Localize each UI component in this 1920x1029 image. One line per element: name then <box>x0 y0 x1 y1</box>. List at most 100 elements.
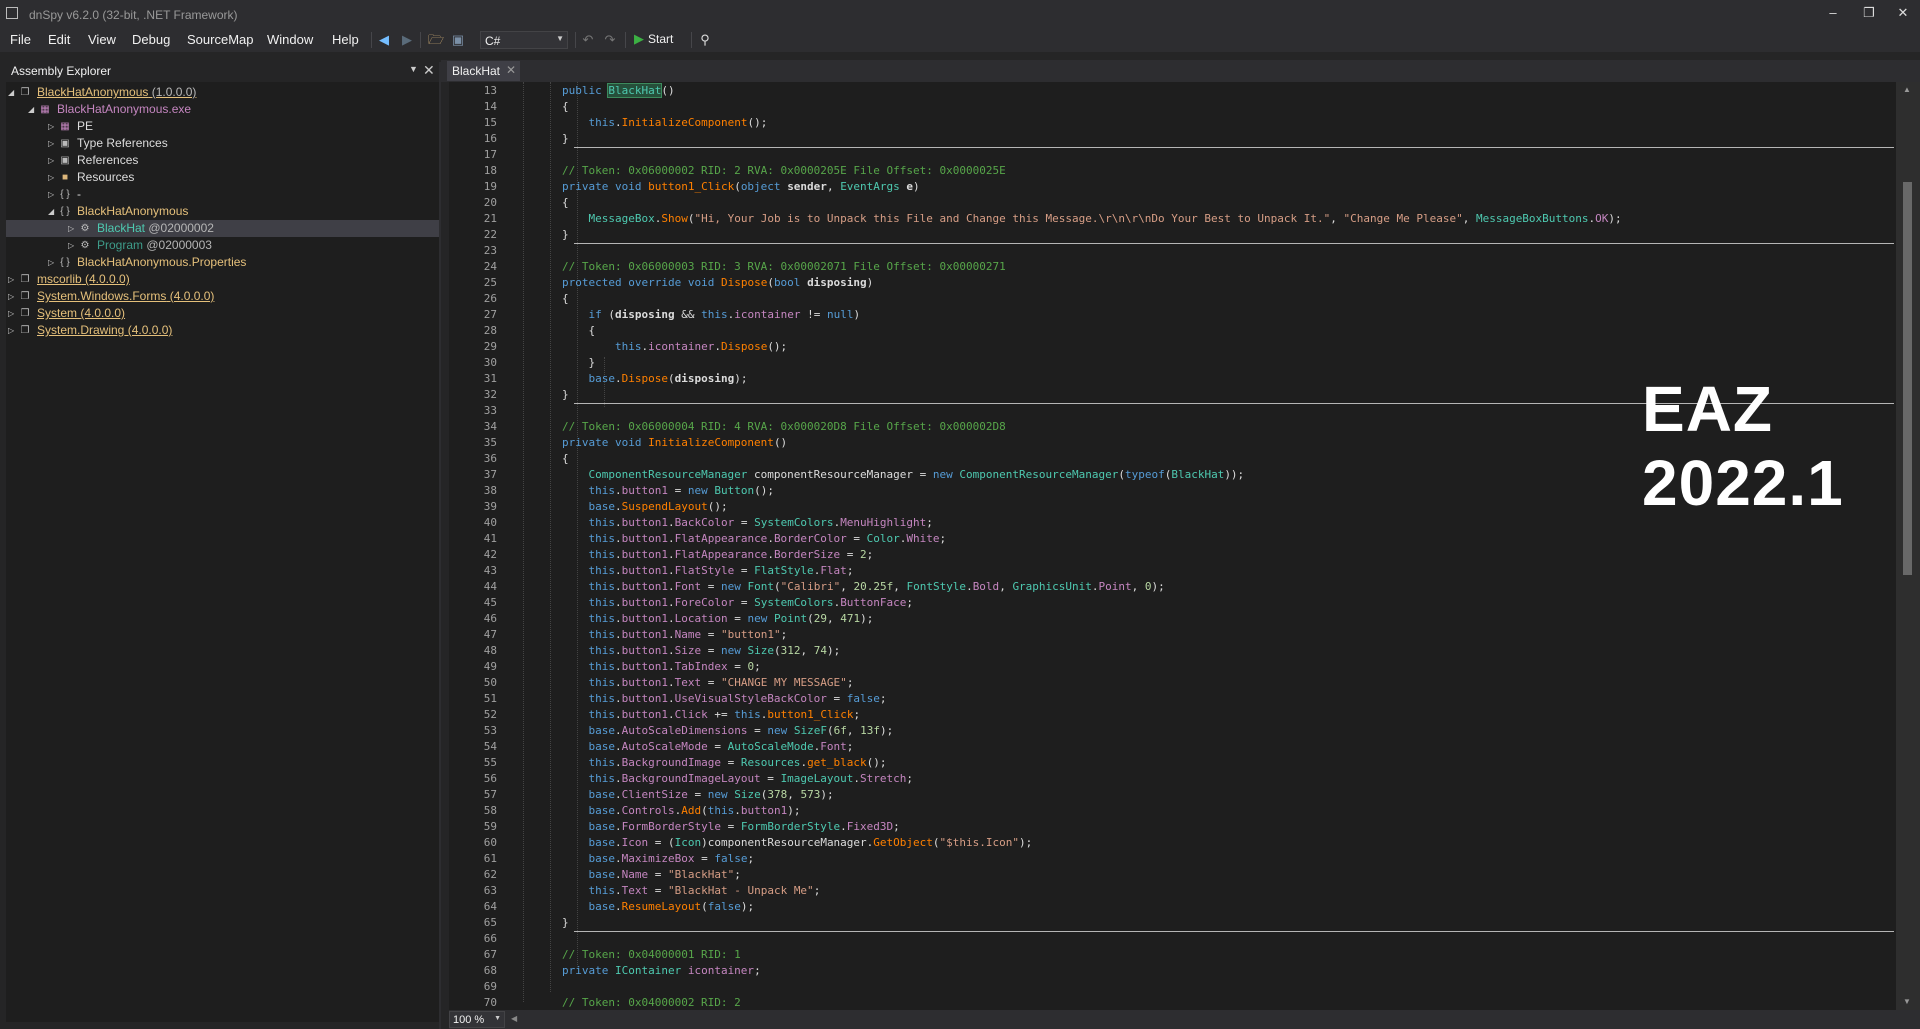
menu-view[interactable]: View <box>88 32 116 47</box>
tree-node-namespace-blackhatanonymous[interactable]: ◢{ } BlackHatAnonymous <box>48 203 188 220</box>
collapsed-arrow-icon[interactable]: ▷ <box>48 186 58 203</box>
code-line: this.BackgroundImage = Resources.get_bla… <box>588 756 887 769</box>
document-tabstrip <box>441 60 1920 82</box>
title-bar: dnSpy v6.2.0 (32-bit, .NET Framework) – … <box>0 0 1920 28</box>
menu-sourcemap[interactable]: SourceMap <box>187 32 253 47</box>
tab-label: BlackHat <box>452 64 501 78</box>
expanded-arrow-icon[interactable]: ◢ <box>48 203 58 220</box>
line-number: 66 <box>483 932 497 945</box>
close-tab-icon[interactable]: ✕ <box>506 63 516 77</box>
collapsed-arrow-icon[interactable]: ▷ <box>8 288 18 305</box>
collapsed-arrow-icon[interactable]: ▷ <box>48 152 58 169</box>
expanded-arrow-icon[interactable]: ◢ <box>8 84 18 101</box>
line-number: 14 <box>483 100 497 113</box>
code-line: } <box>509 228 569 241</box>
expanded-arrow-icon[interactable]: ◢ <box>28 101 38 118</box>
code-line: this.button1.Name = "button1"; <box>588 628 788 641</box>
scroll-down-icon[interactable]: ▼ <box>1903 997 1911 1006</box>
collapsed-arrow-icon[interactable]: ▷ <box>48 135 58 152</box>
start-button[interactable]: ▶ Start <box>634 31 673 49</box>
redo-icon[interactable]: ↷ <box>602 32 618 48</box>
scrollbar-thumb[interactable] <box>1903 182 1912 575</box>
menu-debug[interactable]: Debug <box>132 32 170 47</box>
dropdown-icon[interactable]: ▼ <box>409 64 418 74</box>
language-select[interactable]: C# ▼ <box>480 31 568 49</box>
menu-file[interactable]: File <box>10 32 31 47</box>
open-folder-icon[interactable]: 🗁 <box>428 32 444 48</box>
code-line: this.button1.FlatAppearance.BorderColor … <box>588 532 947 545</box>
code-line: this.button1.FlatStyle = FlatStyle.Flat; <box>588 564 854 577</box>
close-icon[interactable]: ✕ <box>423 62 435 79</box>
tab-blackhat[interactable]: BlackHat ✕ <box>447 61 520 81</box>
restore-icon[interactable]: ❐ <box>1859 5 1879 21</box>
line-number-gutter: 13 14 15 16 17 18 19 20 21 22 23 24 25 26 27 28 29 30 31 32… <box>449 82 509 1010</box>
tree-node-references[interactable]: ▷ ▣ References <box>48 152 138 169</box>
collapsed-arrow-icon[interactable]: ▷ <box>68 237 78 254</box>
collapsed-arrow-icon[interactable]: ▷ <box>8 322 18 339</box>
tree-node-assembly-mscorlib[interactable]: ▷ ❐ mscorlib (4.0.0.0) <box>8 271 130 288</box>
menu-window[interactable]: Window <box>267 32 313 47</box>
tree-node-type-references[interactable]: ▷ ▣ Type References <box>48 135 168 152</box>
tree-node-class-program[interactable]: ▷ ⚙ Program @02000003 <box>68 237 212 254</box>
start-label: Start <box>648 32 674 46</box>
collapsed-arrow-icon[interactable]: ▷ <box>8 271 18 288</box>
forward-icon[interactable]: ▶ <box>399 32 415 48</box>
menu-help[interactable]: Help <box>332 32 359 47</box>
collapsed-arrow-icon[interactable]: ▷ <box>48 254 58 271</box>
tree-node-namespace-properties[interactable]: ▷{ } BlackHatAnonymous.Properties <box>48 254 246 271</box>
line-number: 25 <box>483 276 497 289</box>
class-icon: ⚙ <box>80 223 90 235</box>
splitter[interactable] <box>439 62 441 1029</box>
scroll-up-icon[interactable]: ▲ <box>1903 85 1911 94</box>
code-line: public BlackHat() <box>561 83 675 98</box>
code-line: } <box>509 356 596 369</box>
line-number: 20 <box>483 196 497 209</box>
code-line: base.MaximizeBox = false; <box>588 852 755 865</box>
line-number: 30 <box>483 356 497 369</box>
line-number: 24 <box>483 260 497 273</box>
zoom-value: 100 % <box>453 1014 485 1026</box>
collapsed-arrow-icon[interactable]: ▷ <box>48 169 58 186</box>
code-line: base.AutoScaleMode = AutoScaleMode.Font; <box>588 740 854 753</box>
line-number: 22 <box>483 228 497 241</box>
line-number: 64 <box>483 900 497 913</box>
back-icon[interactable]: ◀ <box>376 32 392 48</box>
pe-icon: ▦ <box>60 121 70 133</box>
code-line: base.Icon = (Icon)componentResourceManag… <box>588 836 1033 849</box>
tree-node-assembly-system-drawing[interactable]: ▷ ❐ System.Drawing (4.0.0.0) <box>8 322 172 339</box>
menu-edit[interactable]: Edit <box>48 32 70 47</box>
tree-node-module[interactable]: ◢ ▦ BlackHatAnonymous.exe <box>28 101 191 118</box>
search-icon[interactable]: ⚲ <box>697 32 713 48</box>
code-line: base.Name = "BlackHat"; <box>588 868 741 881</box>
minimize-icon[interactable]: – <box>1823 5 1843 21</box>
tree-node-class-blackhat[interactable]: ▷ ⚙ BlackHat @02000002 <box>6 220 439 237</box>
line-number: 56 <box>483 772 497 785</box>
code-line: } <box>509 916 569 929</box>
close-window-icon[interactable]: ✕ <box>1893 5 1913 21</box>
code-area[interactable]: public BlackHat() { this.InitializeCompo… <box>509 82 1896 1010</box>
assembly-icon: ❐ <box>20 308 30 320</box>
save-icon[interactable]: ▣ <box>450 32 466 48</box>
tree-node-assembly-system-windows-forms[interactable]: ▷ ❐ System.Windows.Forms (4.0.0.0) <box>8 288 214 305</box>
collapsed-arrow-icon[interactable]: ▷ <box>8 305 18 322</box>
tree-node-namespace-empty[interactable]: ▷{ } - <box>48 186 81 203</box>
folder-icon: ■ <box>61 172 69 184</box>
line-number: 49 <box>483 660 497 673</box>
zoom-select[interactable]: 100 % ▼ <box>449 1011 505 1028</box>
line-number: 17 <box>483 148 497 161</box>
assembly-explorer: Assembly Explorer ▼ ✕ ◢ ❐ BlackHatAnonymou… <box>6 62 439 1029</box>
scroll-left-icon[interactable]: ◀ <box>511 1014 517 1023</box>
vertical-scrollbar[interactable]: ▲ ▼ <box>1896 82 1920 1010</box>
tree-node-assembly-system[interactable]: ▷ ❐ System (4.0.0.0) <box>8 305 125 322</box>
undo-icon[interactable]: ↶ <box>580 32 596 48</box>
code-line: this.button1.Size = new Size(312, 74); <box>588 644 841 657</box>
tree-node-resources[interactable]: ▷ ■ Resources <box>48 169 134 186</box>
tree-node-pe[interactable]: ▷ ▦ PE <box>48 118 93 135</box>
tree-node-assembly-blackhatanonymous[interactable]: ◢ ❐ BlackHatAnonymous (1.0.0.0) <box>8 84 196 101</box>
line-number: 44 <box>483 580 497 593</box>
collapsed-arrow-icon[interactable]: ▷ <box>68 220 78 237</box>
collapsed-arrow-icon[interactable]: ▷ <box>48 118 58 135</box>
line-number: 19 <box>483 180 497 193</box>
code-editor[interactable]: 13 14 15 16 17 18 19 20 21 22 23 24 25 26 27 28 29 30 31 32… <box>449 82 1896 1010</box>
line-number: 63 <box>483 884 497 897</box>
